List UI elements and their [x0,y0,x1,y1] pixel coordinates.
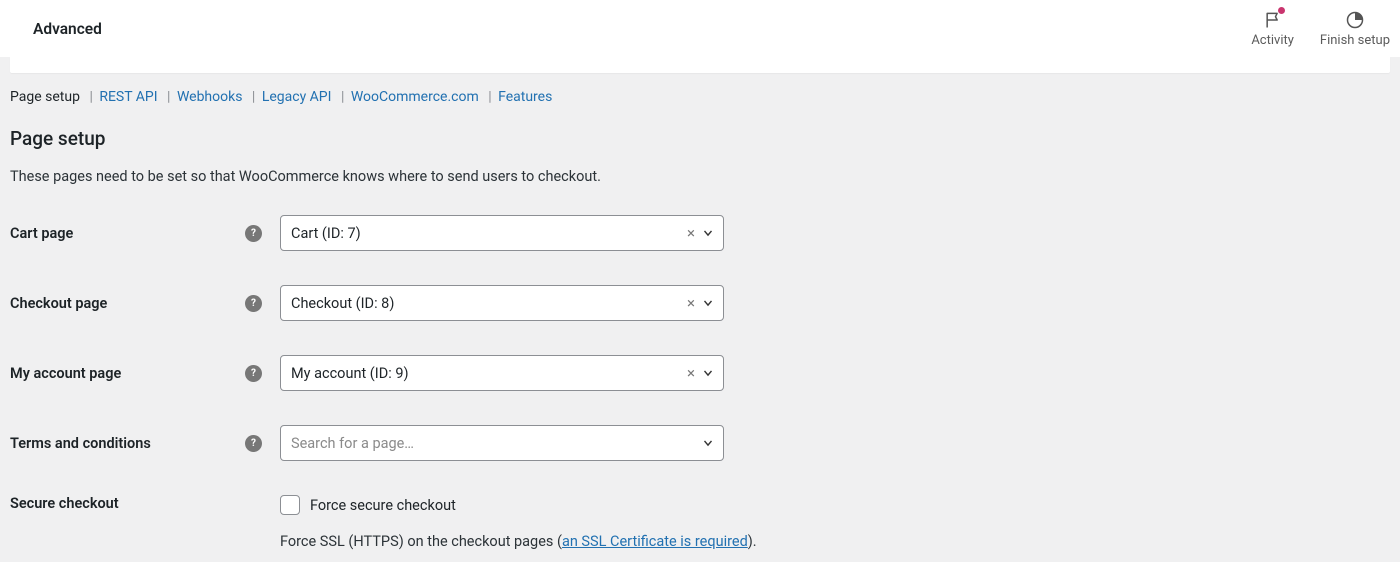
subnav-woocommerce-com[interactable]: WooCommerce.com [351,89,479,105]
subnav-separator: | [488,89,495,105]
help-icon[interactable]: ? [245,295,262,312]
notification-dot-icon [1278,7,1285,14]
label-checkout-page: Checkout page [10,285,245,321]
settings-form: Cart page ? Cart (ID: 7) × Checkout page… [10,215,757,550]
finish-setup-label: Finish setup [1320,33,1390,48]
select-account-page[interactable]: My account (ID: 9) × [280,355,724,391]
select-cart-value: Cart (ID: 7) [291,225,685,242]
select-checkout-page[interactable]: Checkout (ID: 8) × [280,285,724,321]
chevron-down-icon [701,436,715,450]
row-cart-page: Cart page ? Cart (ID: 7) × [10,215,757,251]
label-secure-checkout: Secure checkout [10,495,245,550]
subnav-separator: | [341,89,348,105]
label-terms-page: Terms and conditions [10,425,245,461]
sub-nav: Page setup | REST API | Webhooks | Legac… [0,73,1400,105]
label-cart-page: Cart page [10,215,245,251]
subnav-separator: | [167,89,174,105]
select-cart-page[interactable]: Cart (ID: 7) × [280,215,724,251]
force-secure-row: Force secure checkout [280,495,757,515]
help-icon[interactable]: ? [245,435,262,452]
clear-icon[interactable]: × [685,294,697,312]
ssl-certificate-link[interactable]: an SSL Certificate is required [562,533,748,550]
subnav-webhooks[interactable]: Webhooks [177,89,243,105]
row-terms-page: Terms and conditions ? Search for a page… [10,425,757,461]
select-account-value: My account (ID: 9) [291,365,685,382]
force-secure-checkbox[interactable] [280,495,300,515]
activity-label: Activity [1251,33,1294,48]
label-account-page: My account page [10,355,245,391]
finish-setup-button[interactable]: Finish setup [1320,9,1390,48]
chevron-down-icon [701,226,715,240]
panel-spacer [10,57,1390,73]
chevron-down-icon [701,296,715,310]
subnav-separator: | [252,89,259,105]
page-title: Advanced [33,20,102,38]
flag-icon [1262,9,1284,31]
select-checkout-value: Checkout (ID: 8) [291,295,685,312]
content-area: Page setup These pages need to be set so… [0,105,1400,562]
subnav-page-setup[interactable]: Page setup [10,89,80,105]
subnav-features[interactable]: Features [498,89,552,105]
select-terms-placeholder: Search for a page… [291,435,697,452]
chevron-down-icon [701,366,715,380]
force-secure-label: Force secure checkout [310,497,456,514]
subnav-rest-api[interactable]: REST API [99,89,157,105]
help-icon[interactable]: ? [245,225,262,242]
secure-checkout-hint: Force SSL (HTTPS) on the checkout pages … [280,533,757,550]
progress-circle-icon [1344,9,1366,31]
hint-suffix: ). [748,533,757,550]
row-checkout-page: Checkout page ? Checkout (ID: 8) × [10,285,757,321]
select-terms-page[interactable]: Search for a page… [280,425,724,461]
section-heading: Page setup [10,127,1390,150]
subnav-legacy-api[interactable]: Legacy API [262,89,332,105]
row-account-page: My account page ? My account (ID: 9) × [10,355,757,391]
subnav-separator: | [89,89,96,105]
section-description: These pages need to be set so that WooCo… [10,168,1390,185]
top-bar: Advanced Activity Finish setup [0,0,1400,57]
hint-prefix: Force SSL (HTTPS) on the checkout pages … [280,533,562,550]
activity-button[interactable]: Activity [1251,9,1294,48]
help-icon[interactable]: ? [245,365,262,382]
clear-icon[interactable]: × [685,224,697,242]
top-bar-actions: Activity Finish setup [1251,9,1390,48]
clear-icon[interactable]: × [685,364,697,382]
row-secure-checkout: Secure checkout Force secure checkout Fo… [10,495,757,550]
